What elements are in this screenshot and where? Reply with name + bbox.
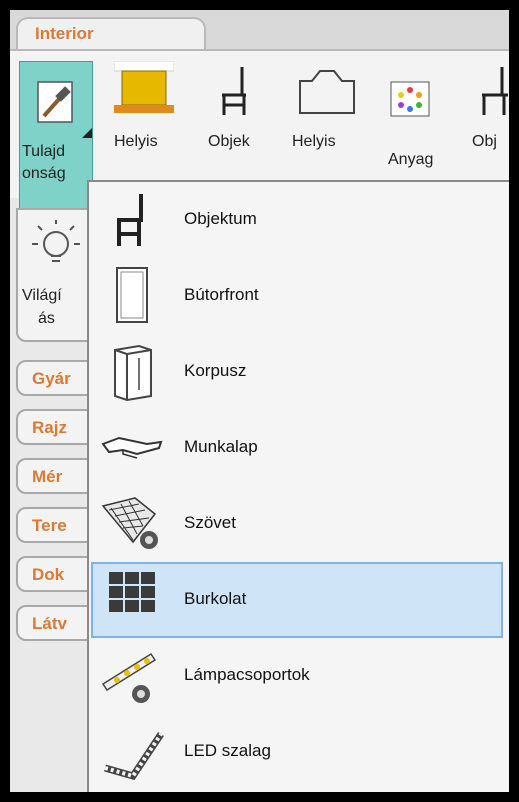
menu-item-objektum-label: Objektum	[184, 209, 257, 228]
side-tab-gyar[interactable]: Gyár	[16, 360, 96, 396]
side-tab-dok-label: Dok	[32, 565, 65, 584]
room-label: Helyis	[114, 133, 158, 150]
side-tab-tere-label: Tere	[32, 516, 67, 535]
properties-label-line2: onság	[22, 165, 66, 182]
properties-label-line1: Tulajd	[22, 143, 65, 160]
cabinet-icon	[114, 344, 152, 402]
menu-item-led-szalag-label: LED szalag	[184, 741, 271, 760]
ribbon-panel: Tulajd onság Helyis Objek Helyis Anyag O…	[10, 49, 509, 209]
menu-item-lampacsoportok-label: Lámpacsoportok	[184, 665, 310, 684]
lamp-group-icon	[101, 652, 157, 703]
side-tab-rajz-label: Rajz	[32, 418, 67, 437]
menu-item-szovet-label: Szövet	[184, 513, 236, 532]
tile-grid-icon	[109, 572, 155, 612]
tab-interior[interactable]: Interior	[16, 17, 206, 51]
material-label: Anyag	[388, 151, 434, 168]
menu-item-butorfront-label: Bútorfront	[184, 285, 259, 304]
side-tab-mer-label: Mér	[32, 467, 63, 486]
menu-item-led-szalag[interactable]: LED szalag	[91, 714, 503, 790]
menu-item-korpusz[interactable]: Korpusz	[91, 334, 503, 410]
properties-button[interactable]: Tulajd onság	[19, 61, 93, 209]
room-shape-button[interactable]: Helyis	[288, 51, 362, 191]
application-window: Interior Tulajd onság Helyis Objek Helyi…	[0, 0, 519, 802]
menu-item-objektum[interactable]: Objektum	[91, 182, 503, 258]
dropdown-corner-icon	[82, 128, 92, 138]
menu-item-butorfront[interactable]: Bútorfront	[91, 258, 503, 334]
room-shape-label: Helyis	[292, 133, 336, 150]
fabric-mesh-icon	[101, 497, 158, 549]
side-tab-latv-label: Látv	[32, 614, 67, 633]
side-tab-latv[interactable]: Látv	[16, 605, 96, 641]
object-2-label: Obj	[472, 133, 497, 150]
lighting-label-line2: ás	[38, 310, 55, 327]
lighting-label-line1: Világí	[22, 287, 62, 304]
tab-interior-label: Interior	[35, 24, 94, 43]
object-2-button[interactable]: Obj	[468, 51, 509, 191]
side-tab-tere[interactable]: Tere	[16, 507, 96, 543]
menu-item-munkalap[interactable]: Munkalap	[91, 410, 503, 486]
menu-item-szovet[interactable]: Szövet	[91, 486, 503, 562]
object-type-dropdown-menu: Objektum Bútorfront Korpusz Munkalap Szö…	[87, 180, 509, 792]
room-button[interactable]: Helyis	[108, 51, 182, 191]
ribbon-tab-bar: Interior	[10, 10, 509, 51]
menu-item-lampacsoportok[interactable]: Lámpacsoportok	[91, 638, 503, 714]
menu-item-munkalap-label: Munkalap	[184, 437, 258, 456]
light-bulb-icon	[32, 220, 80, 262]
object-label: Objek	[208, 133, 250, 150]
chair-icon	[117, 194, 143, 246]
side-tab-gyar-label: Gyár	[32, 369, 71, 388]
material-palette-icon	[390, 81, 430, 117]
chair-icon	[222, 67, 246, 115]
side-tab-dok[interactable]: Dok	[16, 556, 96, 592]
material-button[interactable]: Anyag	[380, 51, 454, 191]
worktop-icon	[101, 436, 163, 459]
menu-item-korpusz-label: Korpusz	[184, 361, 247, 380]
side-tab-rajz[interactable]: Rajz	[16, 409, 96, 445]
furniture-front-icon	[116, 267, 148, 323]
room-shape-icon	[299, 70, 355, 114]
chair-2-icon	[482, 67, 508, 115]
menu-item-burkolat-label: Burkolat	[184, 589, 247, 608]
room-icon	[114, 61, 174, 113]
led-strip-icon	[104, 732, 164, 781]
object-button[interactable]: Objek	[200, 51, 274, 191]
menu-item-burkolat[interactable]: Burkolat	[91, 562, 503, 638]
properties-hammer-icon	[37, 81, 73, 123]
side-tab-mer[interactable]: Mér	[16, 458, 96, 494]
